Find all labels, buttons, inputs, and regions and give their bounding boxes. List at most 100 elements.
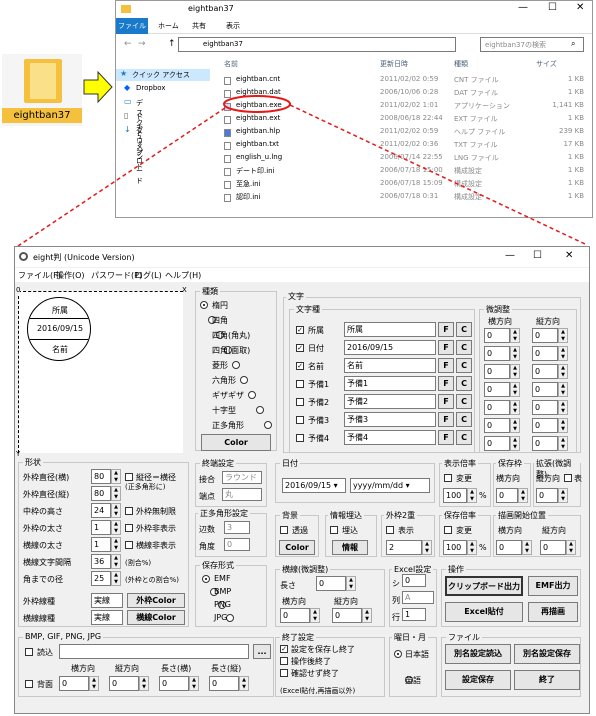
- spin-button[interactable]: ▲ ▼: [111, 503, 121, 518]
- text-checkbox[interactable]: ✓: [296, 326, 304, 334]
- spin-button[interactable]: ▲ ▼: [111, 571, 121, 586]
- shape-radio[interactable]: [248, 391, 256, 399]
- spin-button[interactable]: ▲ ▼: [510, 400, 520, 415]
- adjust-h-input[interactable]: 0: [484, 364, 510, 379]
- format-radio[interactable]: [202, 575, 210, 583]
- spin-button[interactable]: ▲ ▼: [558, 436, 568, 451]
- app-minimize-button[interactable]: —: [505, 250, 515, 261]
- text-input[interactable]: 2016/09/15: [344, 340, 436, 355]
- redraw-button[interactable]: 再描画: [528, 602, 578, 622]
- spin-button[interactable]: ▲ ▼: [558, 364, 568, 379]
- adjust-v-input[interactable]: 0: [532, 382, 558, 397]
- hline-color-button[interactable]: 横線Color: [127, 610, 185, 625]
- app-maximize-button[interactable]: ☐: [533, 250, 542, 261]
- adjust-h-input[interactable]: 0: [484, 328, 510, 343]
- form-input[interactable]: 1: [91, 520, 111, 535]
- adjust-h-input[interactable]: 0: [484, 382, 510, 397]
- bmp-input[interactable]: 0: [209, 676, 239, 691]
- sides-input[interactable]: 3: [224, 521, 250, 534]
- image-path-input[interactable]: [59, 644, 249, 659]
- form-input[interactable]: 25: [91, 571, 111, 586]
- draw-start-v-input[interactable]: 0: [540, 540, 566, 555]
- color-button[interactable]: C: [456, 358, 472, 373]
- spin-button[interactable]: ▲ ▼: [558, 346, 568, 361]
- save-as-button[interactable]: 別名設定保存: [514, 644, 580, 664]
- angle-input[interactable]: 0: [224, 538, 250, 551]
- double-checkbox[interactable]: [386, 526, 394, 534]
- double-input[interactable]: 2: [386, 540, 422, 555]
- adjust-v-input[interactable]: 0: [532, 400, 558, 415]
- row-input[interactable]: 1: [402, 608, 426, 621]
- shape-radio[interactable]: [232, 361, 240, 369]
- enlarge-checkbox[interactable]: [564, 474, 572, 482]
- draw-start-h-input[interactable]: 0: [496, 540, 522, 555]
- adjust-v-input[interactable]: 0: [532, 328, 558, 343]
- menu-item[interactable]: ファイル(F): [18, 270, 61, 281]
- color-button[interactable]: C: [456, 430, 472, 445]
- info-button[interactable]: 情報: [332, 540, 368, 555]
- color-button[interactable]: C: [456, 394, 472, 409]
- spin-button[interactable]: ▲ ▼: [139, 676, 149, 691]
- exit-checkbox[interactable]: ✓: [280, 645, 288, 653]
- menu-item[interactable]: ログ(L): [135, 270, 162, 281]
- text-checkbox[interactable]: [296, 380, 304, 388]
- adjust-h-input[interactable]: 0: [484, 400, 510, 415]
- embed-checkbox[interactable]: [330, 526, 338, 534]
- hline-select[interactable]: 実線: [91, 610, 123, 625]
- end-select[interactable]: 丸: [222, 488, 262, 501]
- exit-button[interactable]: 終了: [514, 670, 580, 690]
- spin-button[interactable]: ▲ ▼: [510, 364, 520, 379]
- font-button[interactable]: F: [438, 376, 454, 391]
- read-checkbox[interactable]: [25, 648, 33, 656]
- spin-button[interactable]: ▲ ▼: [111, 537, 121, 552]
- bmp-input[interactable]: 0: [109, 676, 139, 691]
- adjust-v-input[interactable]: 0: [532, 364, 558, 379]
- spin-button[interactable]: ▲ ▼: [111, 469, 121, 484]
- spin-button[interactable]: ▲ ▼: [89, 676, 99, 691]
- shape-radio[interactable]: [256, 406, 264, 414]
- font-button[interactable]: F: [438, 358, 454, 373]
- text-input[interactable]: 予備2: [344, 394, 436, 409]
- japanese-radio[interactable]: [394, 650, 402, 658]
- form-checkbox[interactable]: [125, 473, 133, 481]
- hline-length-input[interactable]: 0: [316, 576, 346, 591]
- form-checkbox[interactable]: [125, 524, 133, 532]
- spin-button[interactable]: ▲ ▼: [111, 486, 121, 501]
- text-input[interactable]: 所属: [344, 322, 436, 337]
- outer-line-select[interactable]: 実線: [91, 593, 123, 608]
- text-input[interactable]: 予備3: [344, 412, 436, 427]
- bg-color-button[interactable]: Color: [279, 540, 315, 555]
- app-close-button[interactable]: ✕: [565, 250, 573, 261]
- save-scale-checkbox[interactable]: [444, 526, 452, 534]
- spin-button[interactable]: ▲ ▼: [510, 382, 520, 397]
- adjust-h-input[interactable]: 0: [484, 418, 510, 433]
- spin-button[interactable]: ▲ ▼: [510, 436, 520, 451]
- join-select[interactable]: ラウンド: [222, 471, 262, 484]
- color-button[interactable]: C: [456, 340, 472, 355]
- spin-button[interactable]: ▲ ▼: [510, 418, 520, 433]
- form-input[interactable]: 80: [91, 469, 111, 484]
- text-checkbox[interactable]: [296, 398, 304, 406]
- adjust-h-input[interactable]: 0: [484, 436, 510, 451]
- form-checkbox[interactable]: [125, 507, 133, 515]
- adjust-v-input[interactable]: 0: [532, 346, 558, 361]
- hline-h-input[interactable]: 0: [280, 608, 310, 623]
- date-select[interactable]: 2016/09/15 ▾: [282, 478, 346, 493]
- transparent-checkbox[interactable]: [280, 526, 288, 534]
- date-format-select[interactable]: yyyy/mm/dd ▾: [350, 478, 430, 493]
- enlarge-input[interactable]: 0: [536, 488, 558, 503]
- text-checkbox[interactable]: [296, 416, 304, 424]
- font-button[interactable]: F: [438, 430, 454, 445]
- adjust-v-input[interactable]: 0: [532, 418, 558, 433]
- text-input[interactable]: 予備1: [344, 376, 436, 391]
- shape-radio[interactable]: [264, 421, 272, 429]
- spin-button[interactable]: ▲ ▼: [510, 346, 520, 361]
- browse-button[interactable]: ...: [253, 644, 271, 659]
- save-frame-input[interactable]: 0: [496, 488, 518, 503]
- clipboard-button[interactable]: クリップボード出力: [445, 576, 523, 596]
- exit-checkbox[interactable]: [280, 657, 288, 665]
- spin-button[interactable]: ▲ ▼: [111, 554, 121, 569]
- disp-scale-checkbox[interactable]: [444, 474, 452, 482]
- spin-button[interactable]: ▲ ▼: [558, 328, 568, 343]
- column-select[interactable]: A: [402, 591, 434, 604]
